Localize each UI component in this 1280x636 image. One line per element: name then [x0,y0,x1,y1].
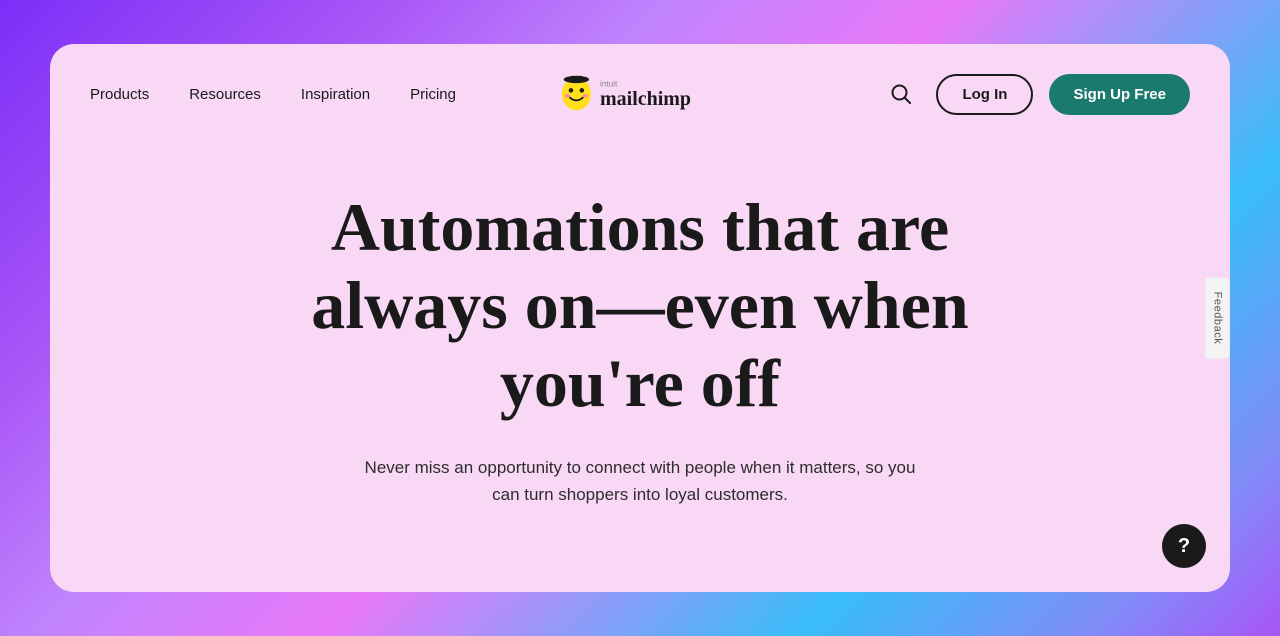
nav-item-resources[interactable]: Resources [189,86,261,103]
hero-title: Automations that are always on—even when… [290,188,990,423]
logo[interactable]: intuit mailchimp [558,74,722,114]
feedback-tab[interactable]: Feedback [1206,278,1230,359]
help-button[interactable]: ? [1162,524,1206,568]
nav-right: Log In Sign Up Free [882,74,1190,115]
nav-item-pricing[interactable]: Pricing [410,86,456,103]
nav-left: Products Resources Inspiration Pricing [90,86,456,103]
hero-subtitle: Never miss an opportunity to connect wit… [360,454,920,508]
mailchimp-logo-svg: intuit mailchimp [558,74,722,114]
hero-section: Automations that are always on—even when… [50,144,1230,592]
login-button[interactable]: Log In [936,74,1033,115]
search-button[interactable] [882,75,920,113]
navbar: Products Resources Inspiration Pricing [50,44,1230,144]
search-icon [890,83,912,105]
svg-text:mailchimp: mailchimp [600,88,691,110]
signup-button[interactable]: Sign Up Free [1049,74,1190,115]
nav-item-products[interactable]: Products [90,86,149,103]
nav-item-inspiration[interactable]: Inspiration [301,86,370,103]
main-card: Products Resources Inspiration Pricing [50,44,1230,592]
